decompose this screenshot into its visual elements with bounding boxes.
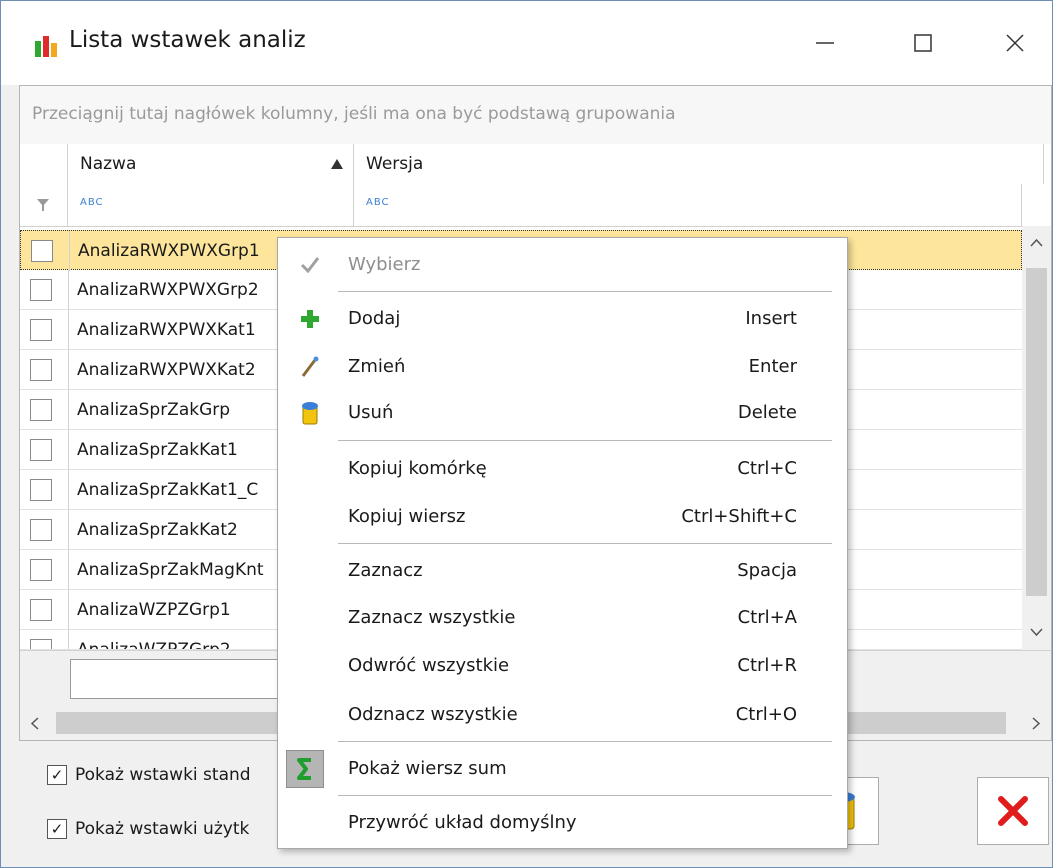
column-header-wersja[interactable]: Wersja bbox=[354, 144, 1044, 184]
maximize-icon bbox=[914, 34, 932, 52]
menu-item-label: Usuń bbox=[348, 402, 394, 423]
menu-item-shortcut: Insert bbox=[745, 308, 797, 329]
text-filter-icon: ABC bbox=[366, 197, 390, 208]
menu-item-label: Kopiuj wiersz bbox=[348, 506, 466, 527]
dialog-window: Lista wstawek analiz Przeciągnij tutaj n… bbox=[0, 0, 1053, 868]
column-header-label: Nazwa bbox=[80, 154, 137, 174]
row-checkbox[interactable] bbox=[30, 639, 52, 649]
menu-item-label: Pokaż wiersz sum bbox=[348, 758, 507, 779]
add-plus-icon bbox=[301, 310, 319, 328]
window-title: Lista wstawek analiz bbox=[69, 27, 306, 53]
sort-ascending-icon bbox=[331, 159, 343, 169]
trash-bin-icon bbox=[302, 402, 318, 425]
menu-item-usun[interactable]: Usuń Delete bbox=[278, 390, 847, 436]
menu-item-label: Wybierz bbox=[348, 254, 421, 275]
context-menu: Wybierz Dodaj Insert Zmień Enter Usuń De… bbox=[277, 237, 848, 849]
show-user-label: Pokaż wstawki użytk bbox=[75, 819, 250, 839]
row-checkbox[interactable] bbox=[30, 559, 52, 581]
menu-item-zaznacz-wszystkie[interactable]: Zaznacz wszystkie Ctrl+A bbox=[278, 595, 847, 641]
edit-pencil-icon bbox=[301, 356, 319, 377]
menu-item-shortcut: Ctrl+Shift+C bbox=[681, 506, 797, 527]
show-user-option[interactable]: ✓ Pokaż wstawki użytk bbox=[47, 819, 249, 839]
row-checkbox[interactable] bbox=[30, 319, 52, 341]
title-bar: Lista wstawek analiz bbox=[1, 1, 1052, 85]
menu-item-label: Dodaj bbox=[348, 308, 401, 329]
menu-item-wybierz[interactable]: Wybierz bbox=[278, 242, 847, 288]
filter-cell-wersja[interactable]: ABC bbox=[354, 184, 1022, 226]
menu-item-label: Odwróć wszystkie bbox=[348, 655, 510, 676]
menu-item-label: Przywróć układ domyślny bbox=[348, 812, 577, 833]
menu-item-shortcut: Ctrl+O bbox=[735, 704, 797, 725]
menu-item-shortcut: Spacja bbox=[737, 560, 797, 581]
menu-item-dodaj[interactable]: Dodaj Insert bbox=[278, 296, 847, 342]
vertical-scrollbar[interactable] bbox=[1022, 226, 1051, 650]
scroll-right-icon[interactable] bbox=[1032, 717, 1041, 730]
menu-separator bbox=[338, 291, 832, 292]
minimize-icon bbox=[816, 42, 834, 44]
row-checkbox[interactable] bbox=[30, 479, 52, 501]
menu-item-przywroc-uklad[interactable]: Przywróć układ domyślny bbox=[278, 800, 847, 846]
close-window-button[interactable] bbox=[977, 15, 1052, 71]
menu-item-pokaz-wiersz-sum[interactable]: Pokaż wiersz sum bbox=[278, 746, 847, 792]
column-header-label: Wersja bbox=[366, 154, 424, 174]
menu-item-shortcut: Ctrl+R bbox=[737, 655, 797, 676]
menu-separator bbox=[338, 741, 832, 742]
menu-item-label: Zaznacz bbox=[348, 560, 423, 581]
menu-item-shortcut: Ctrl+C bbox=[737, 458, 797, 479]
menu-item-zaznacz[interactable]: Zaznacz Spacja bbox=[278, 548, 847, 594]
vertical-scroll-thumb[interactable] bbox=[1026, 268, 1047, 596]
menu-item-kopiuj-wiersz[interactable]: Kopiuj wiersz Ctrl+Shift+C bbox=[278, 494, 847, 540]
filter-cell-nazwa[interactable]: ABC bbox=[68, 184, 354, 226]
group-by-panel[interactable]: Przeciągnij tutaj nagłówek kolumny, jeśl… bbox=[20, 86, 1051, 145]
checkmark-icon bbox=[300, 257, 320, 274]
row-checkbox[interactable] bbox=[30, 279, 52, 301]
menu-item-shortcut: Enter bbox=[748, 356, 797, 377]
close-icon bbox=[1006, 34, 1024, 52]
menu-item-label: Odznacz wszystkie bbox=[348, 704, 518, 725]
menu-item-label: Zaznacz wszystkie bbox=[348, 607, 516, 628]
menu-separator bbox=[338, 795, 832, 796]
row-checkbox[interactable] bbox=[31, 240, 53, 262]
menu-item-label: Zmień bbox=[348, 356, 406, 377]
menu-item-odznacz-wszystkie[interactable]: Odznacz wszystkie Ctrl+O bbox=[278, 692, 847, 738]
cancel-button[interactable] bbox=[977, 777, 1049, 845]
row-checkbox[interactable] bbox=[30, 519, 52, 541]
menu-item-label: Kopiuj komórkę bbox=[348, 458, 487, 479]
menu-item-shortcut: Delete bbox=[737, 402, 797, 423]
scroll-up-icon[interactable] bbox=[1030, 238, 1043, 247]
show-standard-checkbox[interactable]: ✓ bbox=[47, 765, 67, 785]
scroll-down-icon[interactable] bbox=[1030, 628, 1043, 637]
menu-item-zmien[interactable]: Zmień Enter bbox=[278, 344, 847, 390]
menu-item-shortcut: Ctrl+A bbox=[737, 607, 797, 628]
filter-row-button[interactable] bbox=[20, 184, 68, 226]
header-row: Nazwa Wersja bbox=[20, 144, 1051, 185]
column-header-nazwa[interactable]: Nazwa bbox=[68, 144, 354, 184]
row-checkbox[interactable] bbox=[30, 399, 52, 421]
text-filter-icon: ABC bbox=[80, 197, 104, 208]
menu-item-kopiuj-komorke[interactable]: Kopiuj komórkę Ctrl+C bbox=[278, 446, 847, 492]
sum-sigma-icon bbox=[297, 758, 311, 780]
red-x-icon bbox=[998, 796, 1028, 826]
menu-separator bbox=[338, 440, 832, 441]
menu-item-odwroc-wszystkie[interactable]: Odwróć wszystkie Ctrl+R bbox=[278, 643, 847, 689]
row-checkbox[interactable] bbox=[30, 599, 52, 621]
menu-separator bbox=[338, 543, 832, 544]
scroll-left-icon[interactable] bbox=[30, 717, 39, 730]
show-user-checkbox[interactable]: ✓ bbox=[47, 819, 67, 839]
header-corner bbox=[20, 144, 68, 184]
filter-row: ABC ABC bbox=[20, 184, 1051, 227]
minimize-button[interactable] bbox=[787, 15, 863, 71]
row-checkbox[interactable] bbox=[30, 359, 52, 381]
maximize-button[interactable] bbox=[885, 15, 961, 71]
show-standard-option[interactable]: ✓ Pokaż wstawki stand bbox=[47, 765, 251, 785]
group-by-hint: Przeciągnij tutaj nagłówek kolumny, jeśl… bbox=[32, 104, 676, 124]
filter-icon bbox=[37, 199, 49, 211]
show-standard-label: Pokaż wstawki stand bbox=[75, 765, 251, 785]
analysis-app-icon bbox=[35, 36, 57, 57]
row-checkbox[interactable] bbox=[30, 439, 52, 461]
